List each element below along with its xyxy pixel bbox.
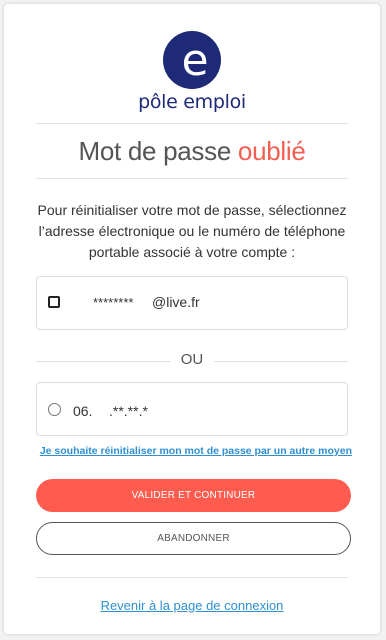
- reset-password-card: e pôle emploi Mot de passe oublié Pour r…: [4, 4, 380, 634]
- alternative-method-link[interactable]: Je souhaite réinitialiser mon mot de pas…: [40, 445, 352, 457]
- checkbox-icon[interactable]: [48, 296, 60, 308]
- title-divider: [36, 178, 348, 179]
- pole-emploi-logo: e pôle emploi: [4, 29, 380, 113]
- phone-masked: .**.**.*: [109, 403, 148, 419]
- logo-e-icon: e: [163, 31, 221, 89]
- back-to-login-link[interactable]: Revenir à la page de connexion: [4, 598, 380, 613]
- separator-line-right: [214, 361, 348, 362]
- email-masked-prefix: ********: [93, 295, 134, 310]
- radio-icon[interactable]: [48, 403, 61, 416]
- phone-prefix: 06.: [73, 403, 93, 419]
- cancel-button[interactable]: ABANDONNER: [36, 522, 351, 555]
- instructions-text: Pour réinitialiser votre mot de passe, s…: [37, 202, 347, 260]
- separator-label: OU: [180, 351, 204, 368]
- validate-button[interactable]: VALIDER ET CONTINUER: [36, 479, 351, 512]
- brand-name: pôle emploi: [138, 91, 246, 113]
- phone-option[interactable]: 06. .**.**.*: [36, 382, 348, 436]
- email-domain: @live.fr: [152, 294, 200, 310]
- email-option[interactable]: ******** @live.fr: [36, 276, 348, 330]
- title-part-highlight: oublié: [237, 136, 306, 166]
- title-part-main: Mot de passe: [78, 136, 238, 166]
- page-title: Mot de passe oublié: [4, 136, 380, 167]
- logo-letter: e: [181, 35, 208, 86]
- bottom-divider: [36, 577, 348, 578]
- top-divider: [36, 123, 348, 124]
